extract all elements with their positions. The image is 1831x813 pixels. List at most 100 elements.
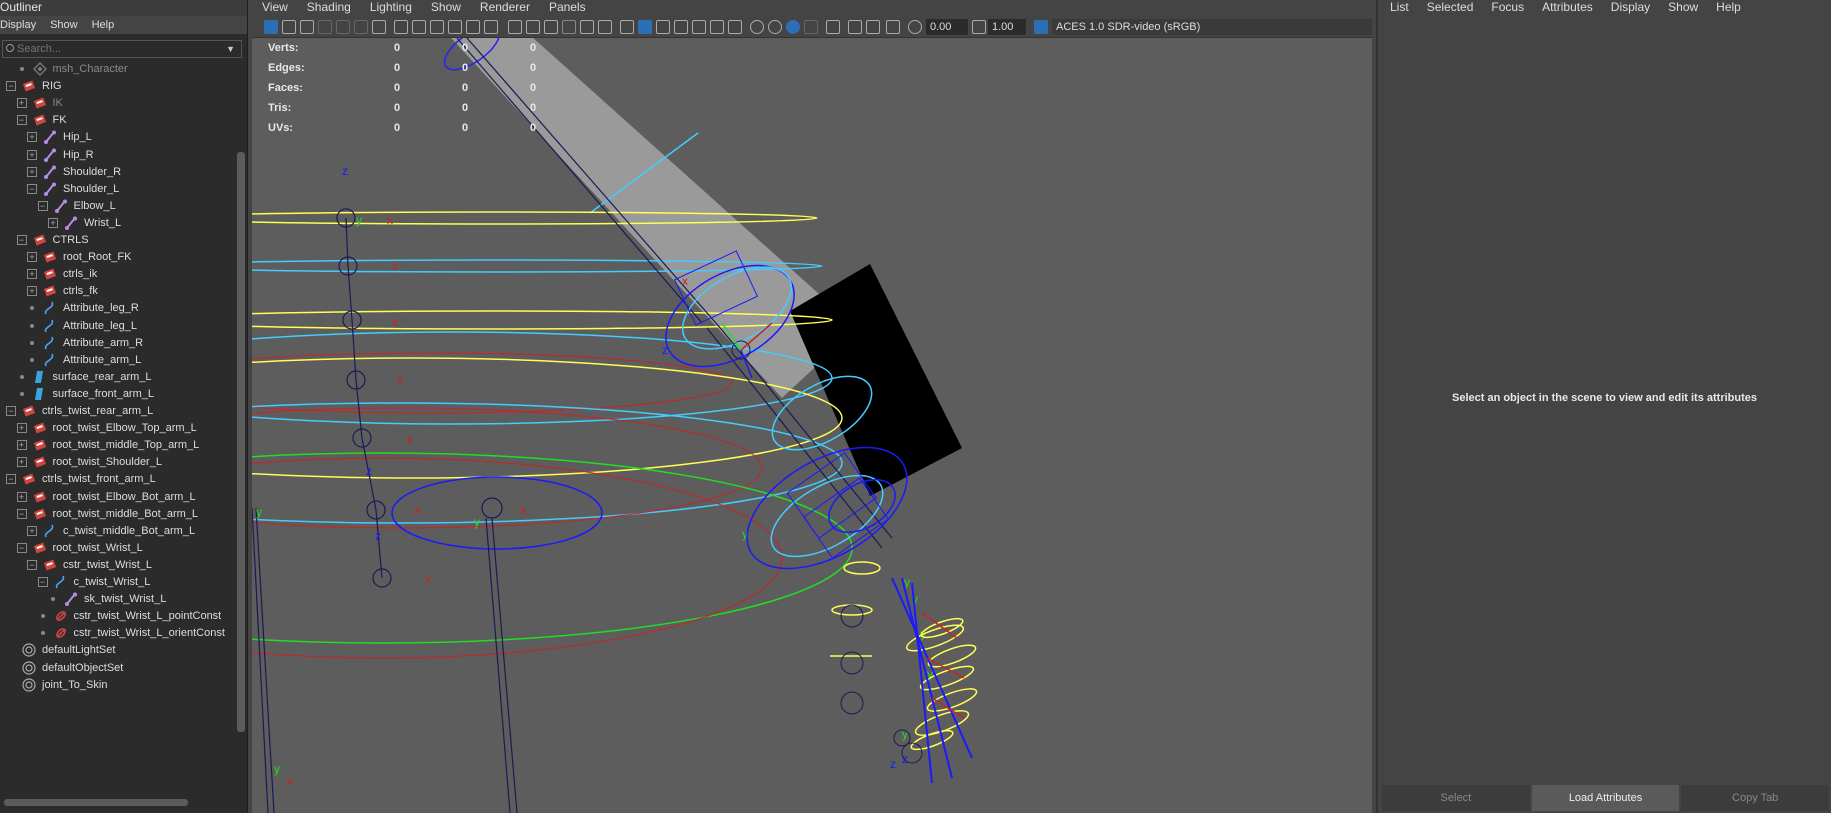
attr-menu-focus[interactable]: Focus — [1491, 0, 1524, 16]
camera-attributes-icon[interactable] — [282, 20, 296, 34]
axis-x-label: x — [414, 503, 420, 517]
lights-icon[interactable] — [710, 20, 724, 34]
scrollbar-thumb[interactable] — [237, 152, 245, 732]
wireframe-on-shaded-icon[interactable] — [692, 20, 706, 34]
film-gate-icon[interactable] — [412, 20, 426, 34]
outliner-search-box: ▼ — [2, 40, 242, 58]
safe-title-icon[interactable] — [484, 20, 498, 34]
collapse-icon[interactable]: − — [37, 200, 48, 211]
outliner-menu-help[interactable]: Help — [92, 16, 115, 34]
attr-menu-show[interactable]: Show — [1668, 0, 1698, 16]
grid-icon[interactable] — [508, 20, 522, 34]
chevron-down-icon[interactable]: ▼ — [226, 44, 235, 54]
isolate-icon[interactable] — [544, 20, 558, 34]
isolate-select-icon[interactable] — [826, 20, 840, 34]
attr-menu-attributes[interactable]: Attributes — [1542, 0, 1593, 16]
backface-culling-icon[interactable] — [886, 20, 900, 34]
heads-up-display-icon[interactable] — [526, 20, 540, 34]
gamma-field[interactable]: 1.00 — [988, 19, 1026, 35]
collapse-icon[interactable]: − — [16, 542, 27, 553]
outliner-vertical-scrollbar[interactable] — [236, 62, 246, 797]
color-management-icon[interactable] — [1034, 20, 1048, 34]
set-icon — [22, 643, 36, 657]
gamma-icon[interactable] — [972, 20, 986, 34]
collapse-icon[interactable]: − — [37, 577, 48, 587]
outliner-horizontal-scrollbar[interactable] — [0, 797, 236, 807]
expand-icon[interactable]: + — [48, 217, 58, 228]
expand-icon[interactable]: + — [27, 166, 37, 177]
multisample-aa-icon[interactable] — [786, 20, 800, 34]
expand-icon[interactable]: + — [16, 491, 27, 502]
smooth-shade-icon[interactable] — [638, 20, 652, 34]
scrollbar-thumb[interactable] — [4, 799, 188, 806]
wireframe-icon[interactable] — [620, 20, 634, 34]
collapse-icon[interactable]: − — [6, 474, 16, 485]
constraint-icon — [54, 626, 68, 640]
expand-icon[interactable]: + — [27, 286, 37, 297]
viewport-menu-panels[interactable]: Panels — [539, 0, 595, 16]
aspect-icon[interactable] — [598, 20, 612, 34]
exposure-field[interactable]: 0.00 — [926, 19, 968, 35]
exposure-icon[interactable] — [908, 20, 922, 34]
viewport-menu-lighting[interactable]: Lighting — [360, 0, 421, 16]
group-icon — [33, 455, 47, 469]
light-cone — [451, 38, 857, 398]
collapse-icon[interactable]: − — [6, 81, 16, 92]
collapse-icon[interactable]: − — [27, 183, 37, 194]
expand-icon[interactable]: + — [27, 525, 37, 536]
collapse-icon[interactable]: − — [6, 406, 16, 416]
expand-icon[interactable]: + — [27, 149, 37, 160]
viewport-menu-renderer[interactable]: Renderer — [470, 0, 539, 16]
bookmark-icon[interactable] — [300, 20, 314, 34]
field-chart-icon[interactable] — [448, 20, 462, 34]
collapse-icon[interactable]: − — [16, 115, 27, 126]
image-plane-icon[interactable] — [318, 20, 332, 34]
expand-icon[interactable]: + — [27, 269, 37, 280]
attr-menu-selected[interactable]: Selected — [1427, 0, 1474, 16]
motion-blur-icon[interactable] — [768, 20, 782, 34]
viewport-menu-view[interactable]: View — [252, 0, 297, 16]
outliner-menu-show[interactable]: Show — [50, 16, 78, 34]
grease-pencil-icon[interactable] — [354, 20, 368, 34]
expand-icon[interactable]: + — [16, 98, 27, 109]
gate-mask-icon[interactable] — [430, 20, 444, 34]
xray-icon[interactable] — [562, 20, 576, 34]
attr-menu-help[interactable]: Help — [1716, 0, 1741, 16]
axis-x-label: x — [387, 213, 393, 227]
safe-action-icon[interactable] — [466, 20, 480, 34]
default-material-icon[interactable] — [656, 20, 670, 34]
collapse-icon[interactable]: − — [16, 235, 27, 245]
screen-space-ao-icon[interactable] — [750, 20, 764, 34]
outliner-item[interactable]: joint_To_Skin — [0, 675, 236, 695]
camera-frame-icon[interactable] — [580, 20, 594, 34]
attribute-editor-panel: List Selected Focus Attributes Display S… — [1376, 0, 1831, 813]
expand-icon[interactable]: + — [16, 440, 27, 451]
expand-icon[interactable]: + — [27, 252, 37, 263]
xray-active-icon[interactable] — [866, 20, 880, 34]
hud-value: 0 — [462, 42, 469, 54]
attr-menu-display[interactable]: Display — [1611, 0, 1650, 16]
viewport-canvas[interactable]: z y x x x x x x x z z x y y y x x z y y … — [252, 38, 1372, 813]
viewport-menu-show[interactable]: Show — [421, 0, 470, 16]
expand-icon[interactable]: + — [27, 132, 37, 143]
select-button[interactable]: Select — [1382, 785, 1530, 811]
copy-tab-button[interactable]: Copy Tab — [1681, 785, 1830, 811]
2d-pan-zoom-icon[interactable] — [336, 20, 350, 34]
collapse-icon[interactable]: − — [27, 559, 37, 570]
resolution-gate-icon[interactable] — [394, 20, 408, 34]
collapse-icon[interactable]: − — [16, 508, 27, 519]
load-attributes-button[interactable]: Load Attributes — [1531, 785, 1680, 811]
textured-icon[interactable] — [674, 20, 688, 34]
shadows-icon[interactable] — [728, 20, 742, 34]
expand-icon[interactable]: + — [16, 457, 27, 468]
depth-of-field-icon[interactable] — [804, 20, 818, 34]
expand-icon[interactable]: + — [16, 423, 27, 434]
select-camera-icon[interactable] — [264, 20, 278, 34]
color-space-select[interactable]: ACES 1.0 SDR-video (sRGB) — [1052, 19, 1372, 35]
outliner-menu-display[interactable]: Display — [0, 16, 36, 34]
attr-menu-list[interactable]: List — [1390, 0, 1409, 16]
outliner-search-input[interactable] — [3, 41, 217, 57]
xray-joints-icon[interactable] — [848, 20, 862, 34]
snapshot-icon[interactable] — [372, 20, 386, 34]
viewport-menu-shading[interactable]: Shading — [297, 0, 360, 16]
